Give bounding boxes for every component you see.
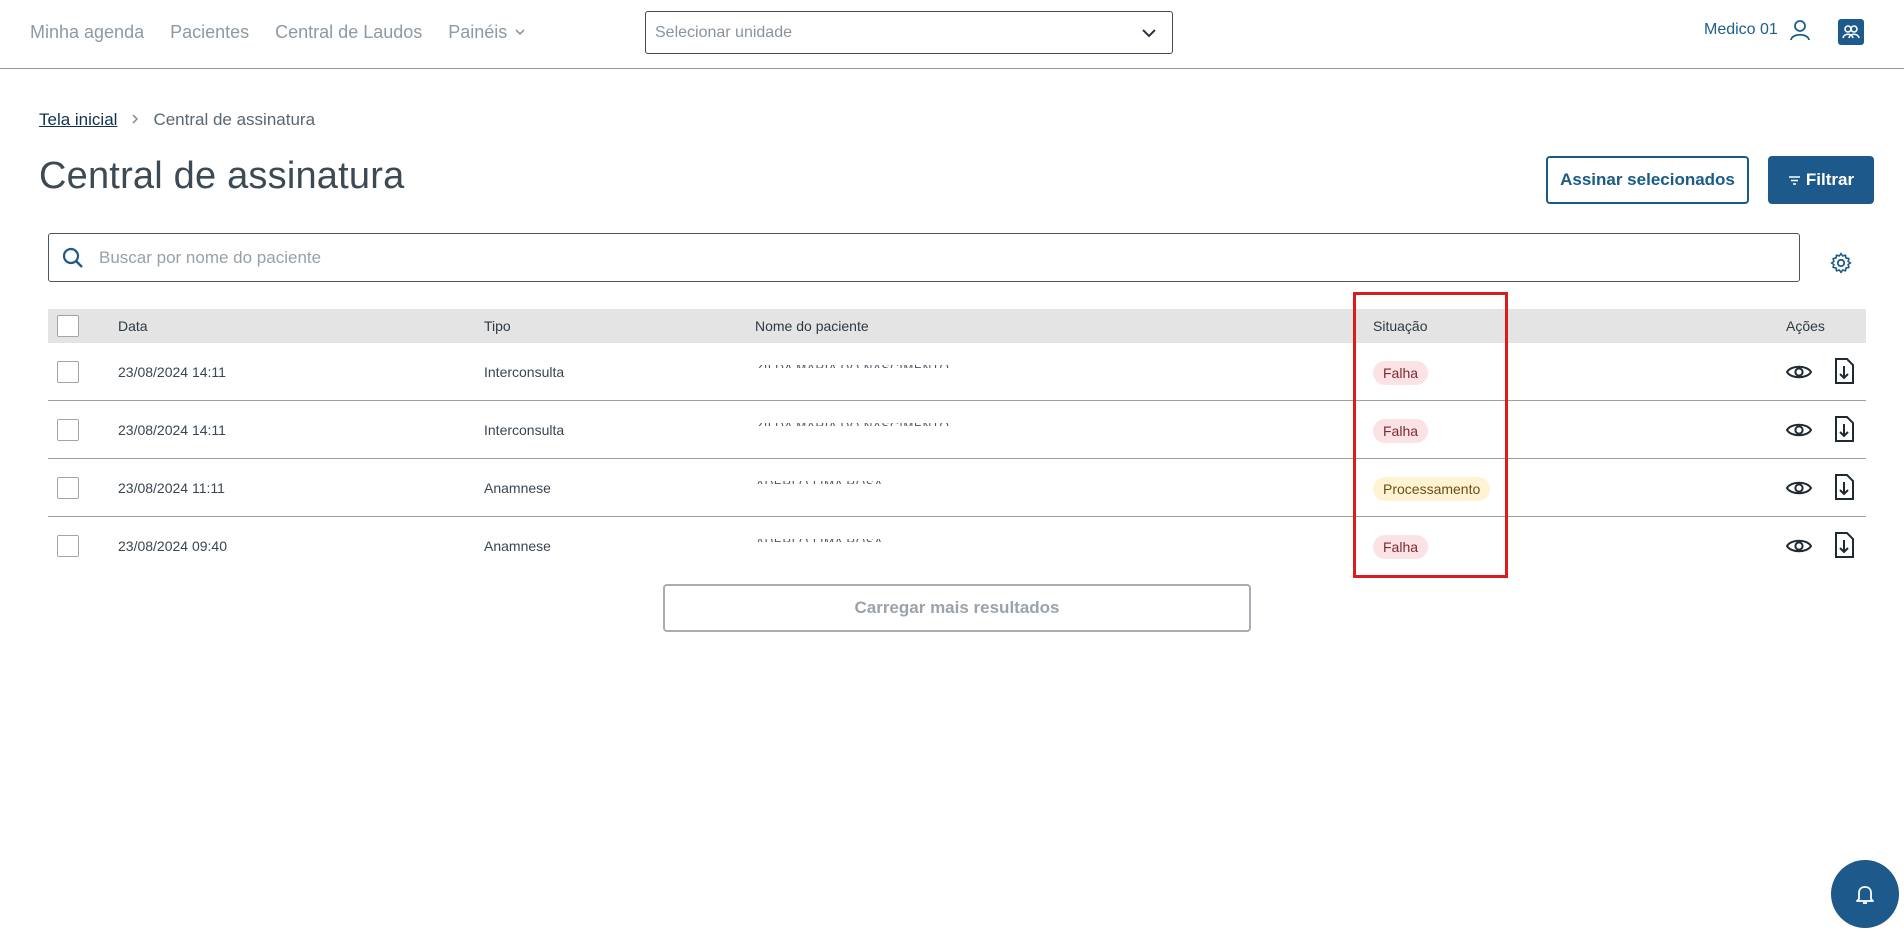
view-button[interactable] bbox=[1785, 532, 1813, 560]
chevron-down-icon bbox=[515, 29, 525, 36]
nav-minha-agenda[interactable]: Minha agenda bbox=[30, 22, 144, 43]
row-patient-name: ADERLO LIMA ROSA bbox=[756, 481, 883, 484]
user-menu[interactable]: Medico 01 bbox=[1704, 18, 1812, 42]
load-more-button[interactable]: Carregar mais resultados bbox=[663, 584, 1251, 632]
notifications-button[interactable] bbox=[1831, 860, 1899, 928]
row-checkbox[interactable] bbox=[57, 535, 79, 557]
row-patient-name: ZILDA MARIA DO NASCIMENTO bbox=[756, 365, 949, 368]
row-date: 23/08/2024 09:40 bbox=[118, 538, 227, 554]
app-switch-icon bbox=[1842, 25, 1860, 39]
unit-select-placeholder: Selecionar unidade bbox=[655, 23, 792, 41]
page-title: Central de assinatura bbox=[39, 155, 405, 197]
main-nav: Minha agenda Pacientes Central de Laudos… bbox=[30, 0, 527, 64]
filter-button[interactable]: Filtrar bbox=[1768, 156, 1874, 204]
eye-icon bbox=[1785, 481, 1813, 495]
breadcrumb: Tela inicial Central de assinatura bbox=[39, 110, 315, 130]
status-badge: Processamento bbox=[1373, 477, 1491, 501]
table-row: 23/08/2024 11:11 Anamnese ADERLO LIMA RO… bbox=[48, 459, 1866, 517]
table-row: 23/08/2024 09:40 Anamnese ADERLO LIMA RO… bbox=[48, 517, 1866, 575]
eye-icon bbox=[1785, 423, 1813, 437]
status-badge: Falha bbox=[1373, 361, 1429, 385]
search-input[interactable] bbox=[99, 247, 1699, 268]
nav-paineis-label: Painéis bbox=[448, 21, 508, 42]
row-checkbox[interactable] bbox=[57, 477, 79, 499]
nav-paineis[interactable]: Painéis bbox=[448, 22, 527, 43]
column-header-type[interactable]: Tipo bbox=[484, 309, 511, 343]
breadcrumb-current: Central de assinatura bbox=[153, 110, 316, 129]
nav-pacientes[interactable]: Pacientes bbox=[170, 22, 249, 43]
column-header-status[interactable]: Situação bbox=[1373, 309, 1427, 343]
row-patient-name: ZILDA MARIA DO NASCIMENTO bbox=[756, 423, 949, 426]
filter-icon bbox=[1788, 175, 1800, 185]
download-file-icon bbox=[1835, 474, 1854, 500]
row-type: Interconsulta bbox=[484, 422, 565, 438]
select-all-checkbox[interactable] bbox=[57, 315, 79, 337]
row-date: 23/08/2024 11:11 bbox=[118, 480, 225, 496]
breadcrumb-home-link[interactable]: Tela inicial bbox=[39, 110, 117, 130]
download-file-icon bbox=[1835, 532, 1854, 558]
table-row: 23/08/2024 14:11 Interconsulta ZILDA MAR… bbox=[48, 343, 1866, 401]
table-row: 23/08/2024 14:11 Interconsulta ZILDA MAR… bbox=[48, 401, 1866, 459]
download-button[interactable] bbox=[1832, 357, 1856, 385]
view-button[interactable] bbox=[1785, 416, 1813, 444]
row-type: Anamnese bbox=[484, 538, 551, 554]
bell-icon bbox=[1856, 886, 1874, 904]
top-navigation-bar: Minha agenda Pacientes Central de Laudos… bbox=[0, 0, 1904, 69]
view-button[interactable] bbox=[1785, 474, 1813, 502]
app-switch-button[interactable] bbox=[1838, 19, 1864, 45]
download-button[interactable] bbox=[1832, 415, 1856, 443]
row-date: 23/08/2024 14:11 bbox=[118, 422, 226, 438]
download-button[interactable] bbox=[1832, 473, 1856, 501]
eye-icon bbox=[1785, 365, 1813, 379]
nav-central-de-laudos[interactable]: Central de Laudos bbox=[275, 22, 422, 43]
row-type: Anamnese bbox=[484, 480, 551, 496]
row-date: 23/08/2024 14:11 bbox=[118, 364, 226, 380]
patient-search bbox=[48, 233, 1800, 282]
user-name: Medico 01 bbox=[1704, 21, 1778, 38]
chevron-down-icon bbox=[1142, 28, 1156, 37]
view-button[interactable] bbox=[1785, 358, 1813, 386]
status-badge: Falha bbox=[1373, 535, 1429, 559]
chevron-right-icon bbox=[129, 110, 141, 130]
table-settings-button[interactable] bbox=[1829, 251, 1853, 275]
row-checkbox[interactable] bbox=[57, 419, 79, 441]
user-icon bbox=[1789, 20, 1810, 41]
sign-selected-button[interactable]: Assinar selecionados bbox=[1546, 156, 1749, 204]
download-file-icon bbox=[1835, 358, 1854, 384]
row-patient-name: ADERLO LIMA ROSA bbox=[756, 539, 883, 542]
column-header-actions: Ações bbox=[1786, 318, 1825, 334]
unit-select[interactable]: Selecionar unidade bbox=[645, 11, 1173, 54]
signature-table: Data Tipo Nome do paciente Situação Açõe… bbox=[48, 309, 1866, 575]
eye-icon bbox=[1785, 539, 1813, 553]
download-button[interactable] bbox=[1832, 531, 1856, 559]
gear-icon bbox=[1830, 252, 1852, 274]
column-header-date[interactable]: Data bbox=[118, 309, 148, 343]
filter-button-label: Filtrar bbox=[1805, 170, 1855, 189]
row-checkbox[interactable] bbox=[57, 361, 79, 383]
download-file-icon bbox=[1835, 416, 1854, 442]
search-icon bbox=[62, 247, 83, 268]
table-header: Data Tipo Nome do paciente Situação Açõe… bbox=[48, 309, 1866, 343]
status-badge: Falha bbox=[1373, 419, 1429, 443]
column-header-patient[interactable]: Nome do paciente bbox=[755, 309, 869, 343]
row-type: Interconsulta bbox=[484, 364, 565, 380]
